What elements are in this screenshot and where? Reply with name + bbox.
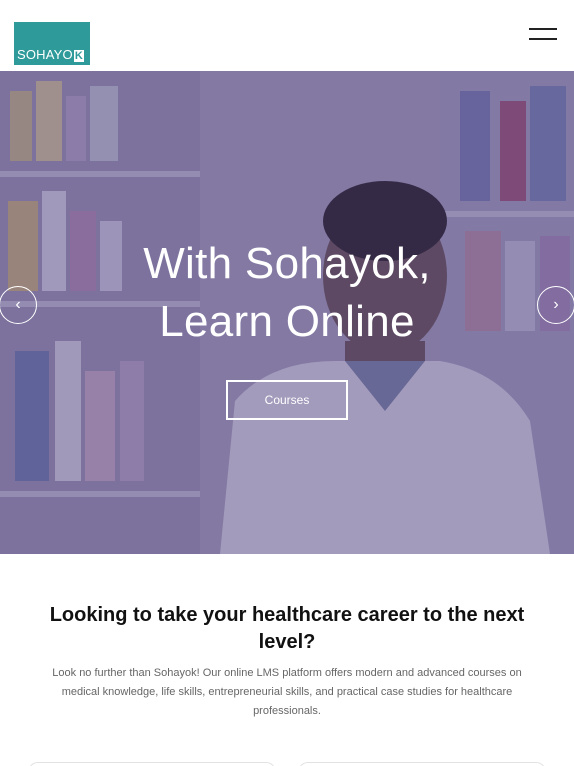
hero-title-line-1: With Sohayok,	[143, 239, 431, 288]
logo-text: SOHAYO K	[17, 47, 85, 62]
hero-slider: ‹ › With Sohayok, Learn Online Courses	[0, 71, 574, 554]
site-header: SOHAYO K	[0, 0, 574, 71]
menu-icon[interactable]	[529, 28, 559, 42]
hero-title: With Sohayok, Learn Online	[0, 235, 574, 351]
course-card[interactable]	[28, 762, 276, 766]
intro-text: Look no further than Sohayok! Our online…	[52, 667, 522, 717]
intro-section: Looking to take your healthcare career t…	[0, 554, 574, 766]
logo[interactable]: SOHAYO K	[14, 22, 90, 65]
menu-icon-line	[529, 28, 557, 30]
intro-heading: Looking to take your healthcare career t…	[49, 604, 525, 653]
course-card[interactable]	[298, 762, 546, 766]
hero-title-line-2: Learn Online	[159, 297, 415, 346]
menu-icon-line	[529, 38, 557, 40]
logo-letter-k: K	[73, 50, 85, 62]
logo-wordmark: SOHAYO	[17, 47, 73, 62]
courses-button[interactable]: Courses	[226, 380, 348, 420]
